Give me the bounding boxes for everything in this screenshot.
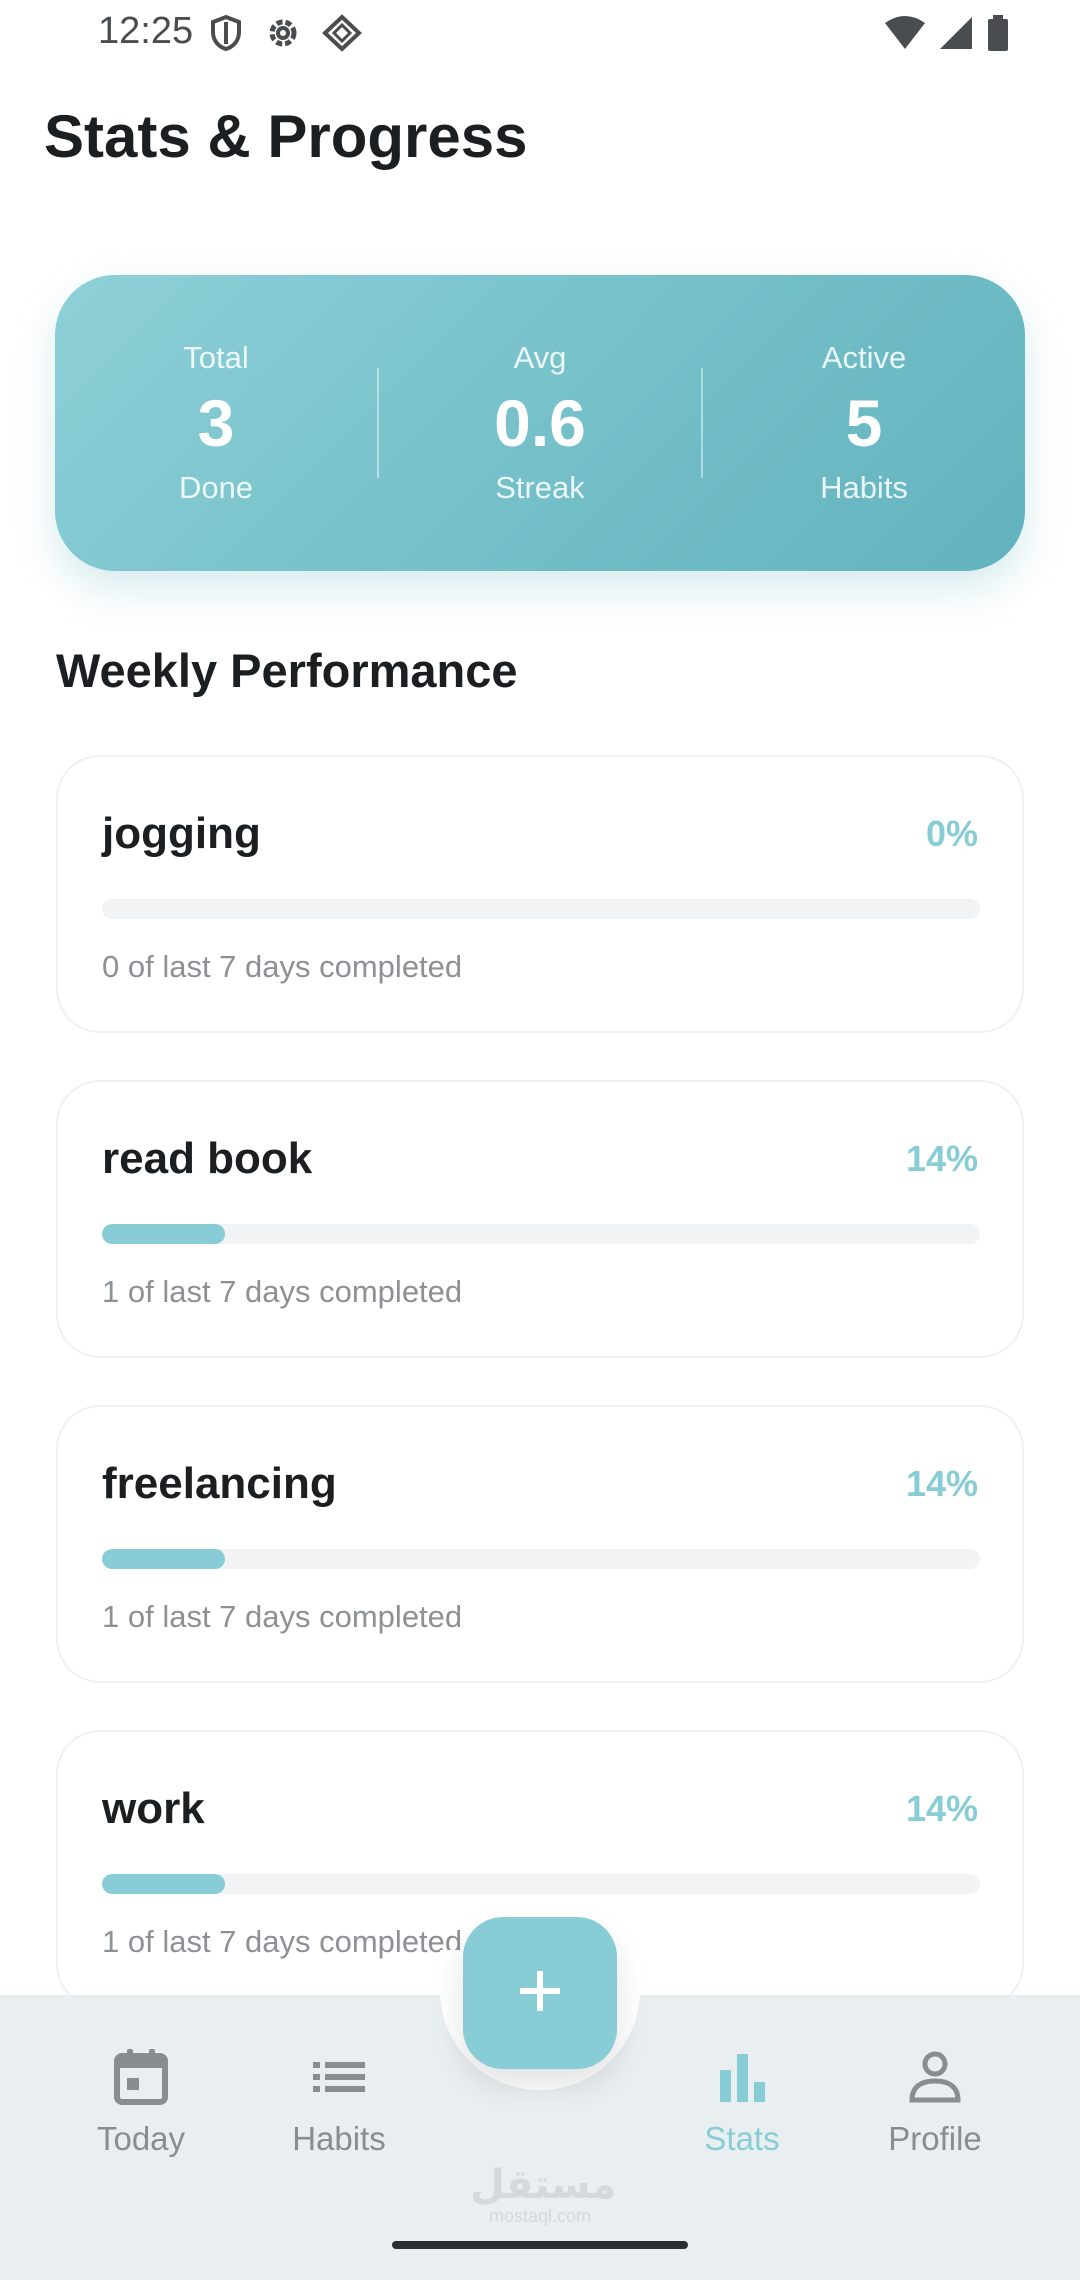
summary-stat-bottom-label: Habits <box>820 470 908 505</box>
progress-fill <box>102 1874 225 1894</box>
summary-stat-total: Total 3 Done <box>55 275 377 571</box>
summary-stat-top-label: Avg <box>513 340 567 375</box>
calendar-icon <box>113 2048 169 2120</box>
summary-stat-habits: Active 5 Habits <box>703 275 1025 571</box>
nav-label: Stats <box>704 2120 780 2157</box>
habit-card-freelancing[interactable]: freelancing 14% 1 of last 7 days complet… <box>56 1405 1024 1683</box>
habit-caption: 0 of last 7 days completed <box>102 949 463 984</box>
habit-name: freelancing <box>102 1459 337 1508</box>
summary-stat-bottom-label: Done <box>178 470 254 505</box>
habit-name: read book <box>102 1134 313 1183</box>
shield-icon <box>208 14 244 52</box>
habit-list: jogging 0% 0 of last 7 days completed re… <box>56 755 1024 2055</box>
status-time: 12:25 <box>98 10 194 52</box>
progress-track <box>102 1874 980 1894</box>
gear-icon <box>264 14 302 52</box>
progress-track <box>102 1224 980 1244</box>
habit-caption: 1 of last 7 days completed <box>102 1924 463 1959</box>
habit-percent: 14% <box>905 1138 978 1179</box>
progress-fill <box>102 1549 225 1569</box>
progress-fill <box>102 1224 225 1244</box>
summary-stat-streak: Avg 0.6 Streak <box>379 275 701 571</box>
habit-percent: 14% <box>905 1788 978 1829</box>
habit-percent: 14% <box>905 1463 978 1504</box>
summary-stat-value: 3 <box>197 386 235 460</box>
battery-icon <box>986 14 1010 52</box>
watermark-arabic: مستقل <box>470 2162 617 2208</box>
nav-label: Today <box>96 2120 186 2157</box>
status-icons-left <box>208 14 362 52</box>
habit-card-jogging[interactable]: jogging 0% 0 of last 7 days completed <box>56 755 1024 1033</box>
nav-label: Habits <box>292 2120 386 2157</box>
person-icon <box>907 2048 963 2120</box>
plus-icon <box>516 1967 564 2020</box>
bar-chart-icon <box>714 2048 770 2120</box>
summary-card: Total 3 Done Avg 0.6 Streak Active 5 Hab… <box>55 275 1025 571</box>
habit-card-read-book[interactable]: read book 14% 1 of last 7 days completed <box>56 1080 1024 1358</box>
habit-caption: 1 of last 7 days completed <box>102 1274 463 1309</box>
habit-caption: 1 of last 7 days completed <box>102 1599 463 1634</box>
summary-stat-value: 0.6 <box>494 386 586 460</box>
home-indicator[interactable] <box>392 2241 688 2249</box>
summary-stat-top-label: Active <box>821 340 907 375</box>
habit-name: jogging <box>102 809 261 858</box>
habit-name: work <box>102 1784 205 1833</box>
nav-item-today[interactable]: Today <box>51 2048 231 2158</box>
page-title: Stats & Progress <box>44 103 528 170</box>
summary-stat-top-label: Total <box>183 340 249 375</box>
wifi-icon <box>884 15 926 51</box>
progress-track <box>102 899 980 919</box>
habit-percent: 0% <box>925 813 978 854</box>
watermark-latin: mostaql.com <box>488 2206 592 2226</box>
progress-track <box>102 1549 980 1569</box>
list-icon <box>311 2048 367 2120</box>
section-title: Weekly Performance <box>56 644 518 697</box>
vpn-diamond-icon <box>322 14 362 52</box>
nav-item-stats[interactable]: Stats <box>652 2048 832 2158</box>
summary-stat-bottom-label: Streak <box>495 470 585 505</box>
signal-icon <box>938 15 974 51</box>
status-bar: 12:25 <box>0 0 1080 70</box>
summary-stat-value: 5 <box>845 386 883 460</box>
nav-item-habits[interactable]: Habits <box>249 2048 429 2158</box>
add-habit-button[interactable] <box>463 1917 617 2069</box>
watermark: مستقل mostaql.com <box>470 2162 617 2226</box>
nav-label: Profile <box>888 2120 982 2157</box>
status-icons-right <box>884 14 1010 52</box>
nav-item-profile[interactable]: Profile <box>845 2048 1025 2158</box>
